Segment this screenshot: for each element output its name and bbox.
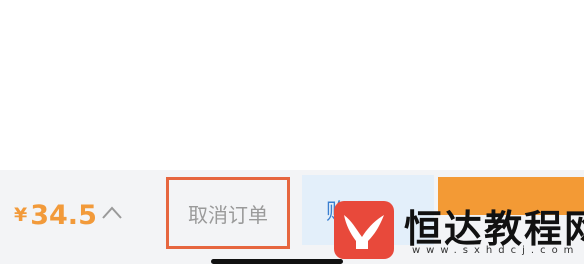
- content-area: [0, 0, 584, 170]
- cancel-order-button[interactable]: 取消订单: [166, 177, 290, 249]
- whale-tail-logo-icon: [334, 201, 394, 259]
- price-amount: 34.5: [30, 199, 97, 231]
- site-watermark: 恒达教程网 www.sxhdcj.com: [334, 201, 584, 261]
- home-indicator: [211, 259, 343, 264]
- watermark-url: www.sxhdcj.com: [412, 245, 580, 256]
- chevron-up-icon[interactable]: [101, 205, 123, 221]
- total-price[interactable]: ¥ 34.5: [14, 199, 97, 231]
- currency-symbol: ¥: [14, 204, 28, 226]
